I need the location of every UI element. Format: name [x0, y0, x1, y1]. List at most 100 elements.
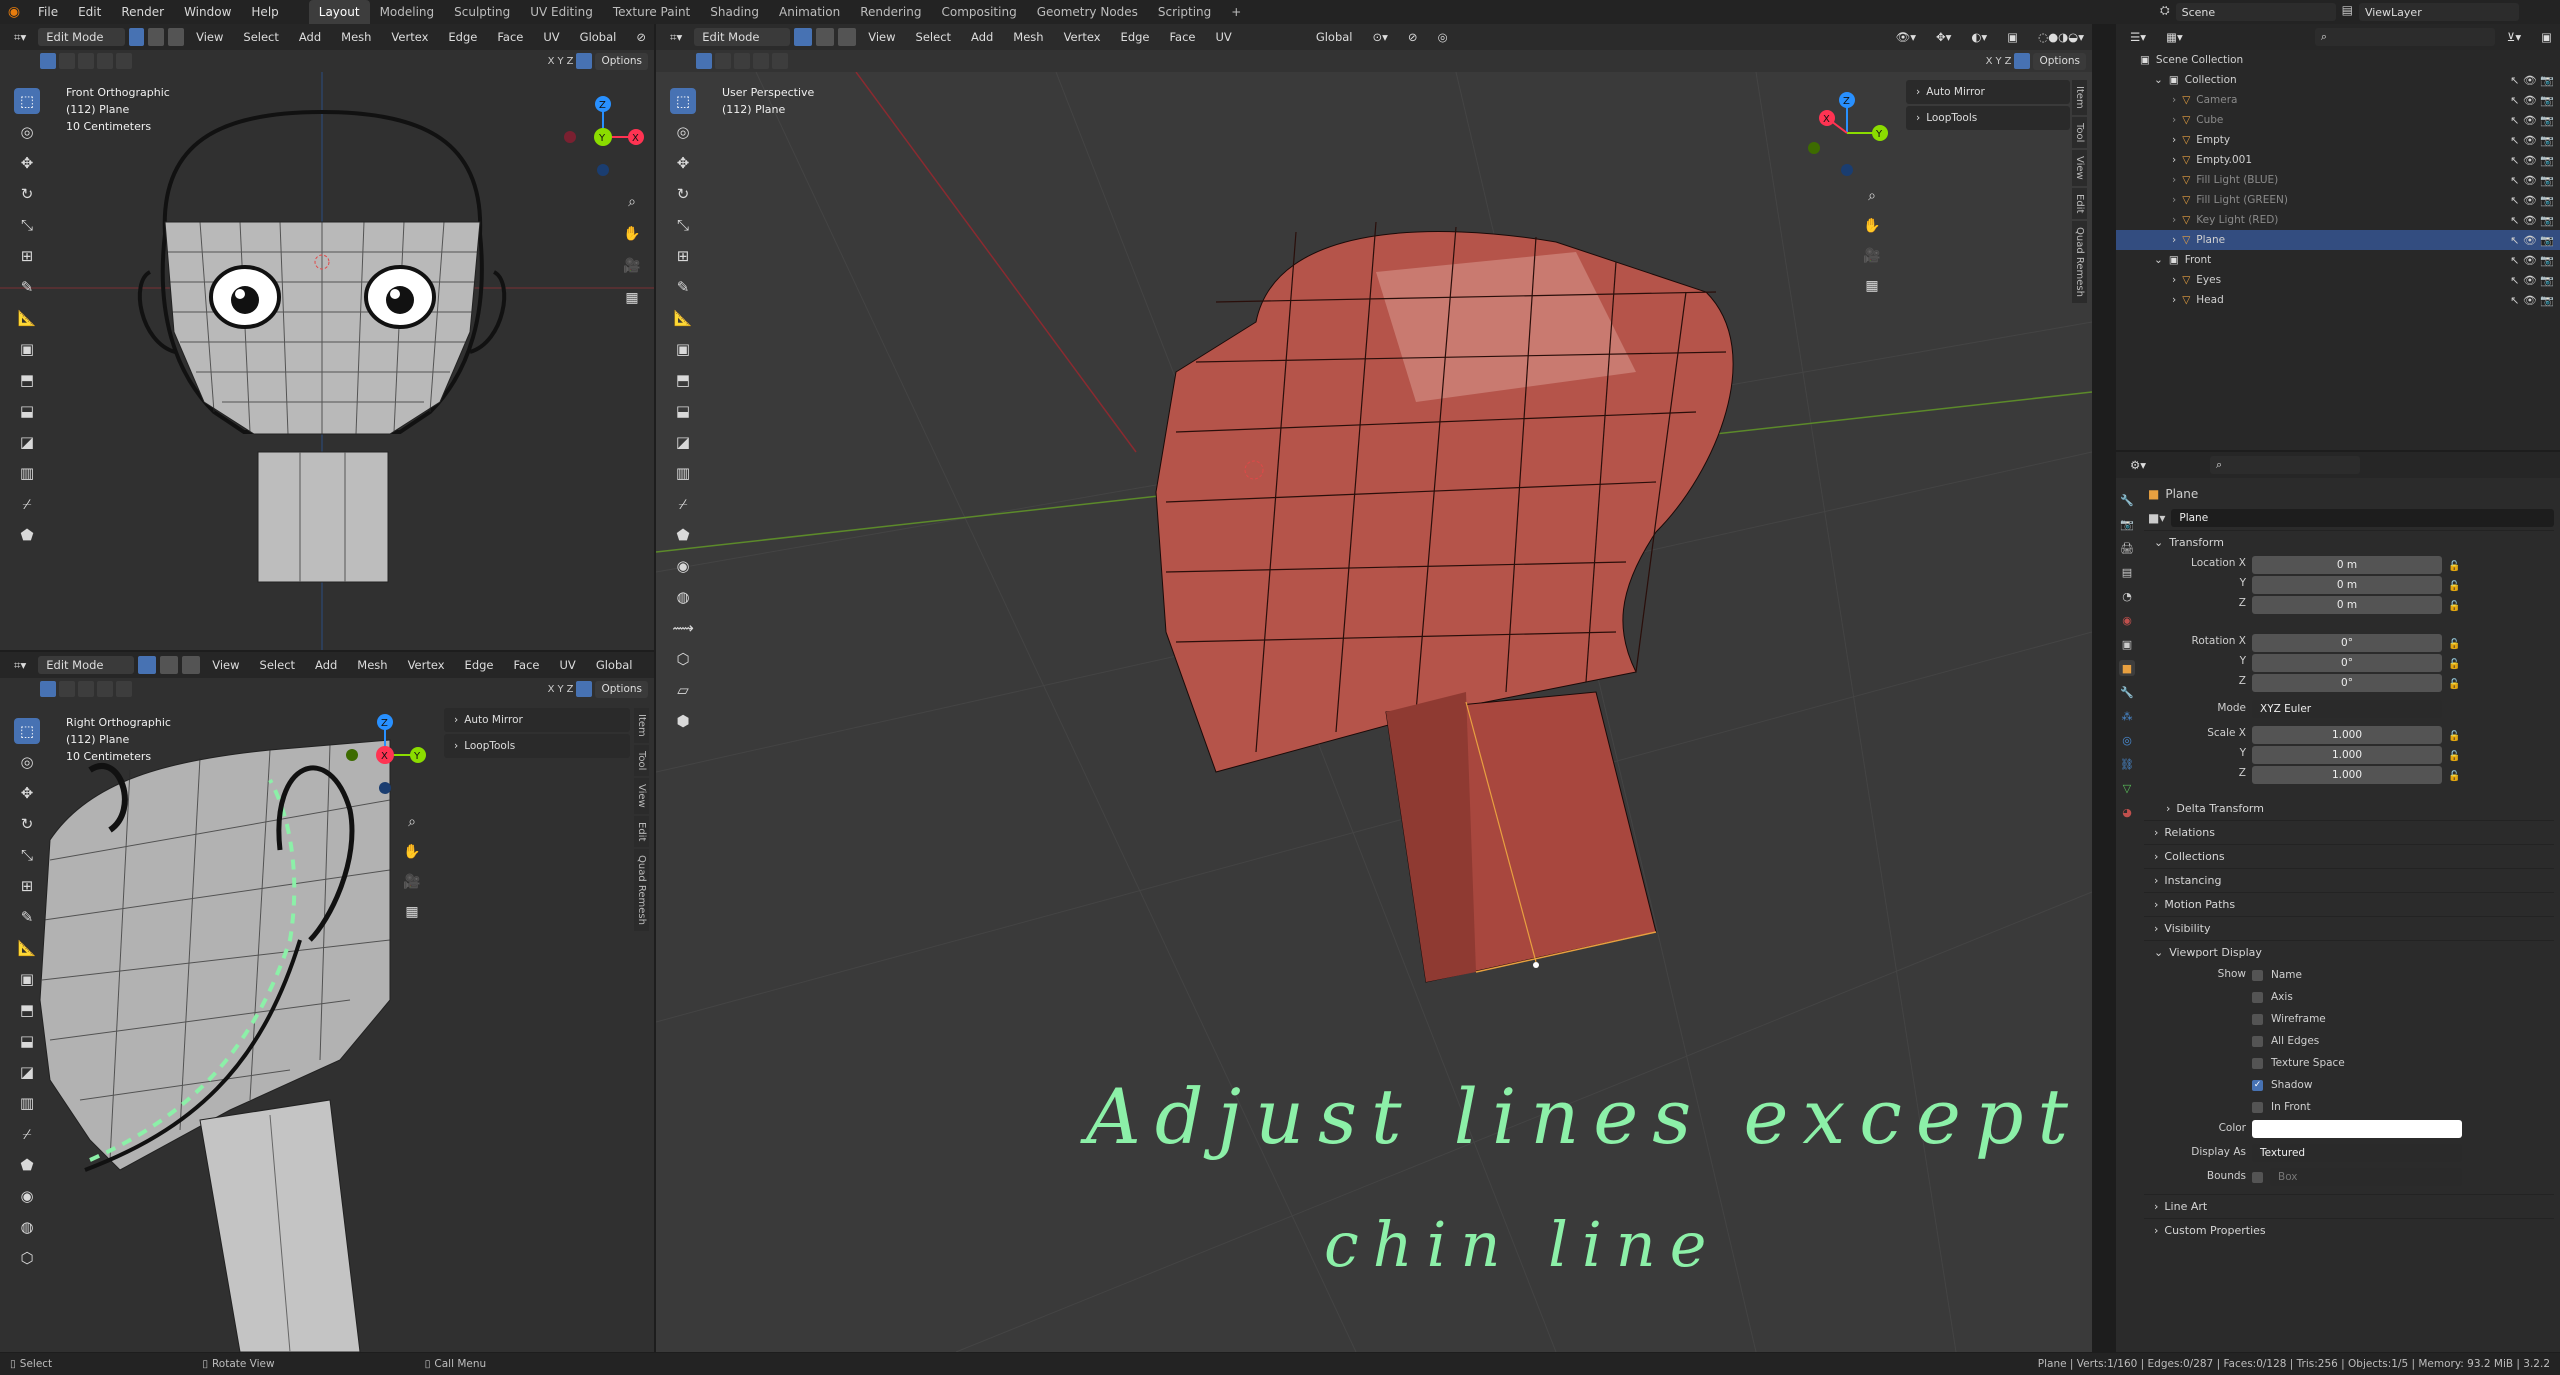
menu-add[interactable]: Add	[963, 28, 1001, 46]
select-box-icon[interactable]	[40, 681, 56, 697]
select-mode-icon[interactable]	[97, 681, 113, 697]
render-tab-icon[interactable]: 📷	[2119, 516, 2135, 532]
poly-build-tool-icon[interactable]: ⬟	[14, 1152, 40, 1178]
visibility-toggles[interactable]: ↖ 👁 📷	[2510, 274, 2554, 287]
vertex-select-icon[interactable]	[794, 28, 813, 46]
select-tool-icon[interactable]: ⬚	[14, 88, 40, 114]
outliner-row[interactable]: › ▽ Eyes ↖ 👁 📷	[2116, 270, 2560, 290]
extrude-tool-icon[interactable]: ⬒	[670, 367, 696, 393]
face-select-icon[interactable]	[168, 28, 185, 46]
expand-icon[interactable]: ›	[2172, 174, 2176, 186]
auto-mirror-panel[interactable]: › Auto Mirror	[1906, 80, 2070, 104]
tab-compositing[interactable]: Compositing	[931, 0, 1026, 24]
knife-tool-icon[interactable]: ⌿	[14, 491, 40, 517]
output-tab-icon[interactable]: 🖨	[2119, 540, 2135, 556]
modifier-tab-icon[interactable]: 🔧	[2119, 684, 2135, 700]
rotation-z-field[interactable]: 0°	[2252, 674, 2442, 692]
menu-select[interactable]: Select	[908, 28, 959, 46]
cursor-tool-icon[interactable]: ◎	[670, 119, 696, 145]
checkbox[interactable]	[2252, 1013, 2263, 1025]
menu-edge[interactable]: Edge	[1113, 28, 1158, 46]
expand-icon[interactable]: ⌄	[2154, 74, 2163, 86]
loop-cut-tool-icon[interactable]: ▥	[14, 1090, 40, 1116]
menu-view[interactable]: View	[204, 656, 247, 674]
location-x-field[interactable]: 0 m	[2252, 556, 2442, 574]
front-ortho-viewport[interactable]: ⌗▾ Edit Mode View Select Add Mesh Vertex…	[0, 24, 654, 650]
tab-sculpting[interactable]: Sculpting	[444, 0, 520, 24]
menu-add[interactable]: Add	[307, 656, 345, 674]
particles-tab-icon[interactable]: ⁂	[2119, 708, 2135, 724]
camera-icon[interactable]: 🎥	[620, 254, 644, 278]
add-workspace-button[interactable]: +	[1221, 0, 1251, 24]
tab-geometry-nodes[interactable]: Geometry Nodes	[1027, 0, 1148, 24]
add-cube-tool-icon[interactable]: ▣	[14, 966, 40, 992]
menu-uv[interactable]: UV	[552, 656, 584, 674]
rotation-x-field[interactable]: 0°	[2252, 634, 2442, 652]
location-z-field[interactable]: 0 m	[2252, 596, 2442, 614]
view-layer-tab-icon[interactable]: ▤	[2119, 564, 2135, 580]
poly-build-tool-icon[interactable]: ⬟	[14, 522, 40, 548]
add-cube-tool-icon[interactable]: ▣	[14, 336, 40, 362]
outliner-row[interactable]: › ▽ Plane ↖ 👁 📷	[2116, 230, 2560, 250]
expand-icon[interactable]: ›	[2172, 114, 2176, 126]
loop-cut-tool-icon[interactable]: ▥	[670, 460, 696, 486]
rip-tool-icon[interactable]: ⬢	[670, 708, 696, 734]
blender-logo-icon[interactable]: ◉	[0, 4, 28, 20]
show-option-row[interactable]: ✓ Shadow	[2252, 1074, 2452, 1096]
bevel-tool-icon[interactable]: ◪	[14, 429, 40, 455]
loop-cut-tool-icon[interactable]: ▥	[14, 460, 40, 486]
menu-face[interactable]: Face	[489, 28, 531, 46]
scale-tool-icon[interactable]: ⤡	[670, 212, 696, 238]
visibility-toggles[interactable]: ↖ 👁 📷	[2510, 114, 2554, 127]
menu-vertex[interactable]: Vertex	[1056, 28, 1109, 46]
checkbox[interactable]	[2252, 1101, 2263, 1113]
editor-type-icon[interactable]: ☰▾	[2122, 28, 2154, 46]
vertex-select-icon[interactable]	[128, 28, 145, 46]
rotation-mode-dropdown[interactable]: XYZ Euler	[2252, 700, 2442, 718]
custom-properties-section[interactable]: › Custom Properties	[2144, 1218, 2554, 1242]
tab-uv-editing[interactable]: UV Editing	[520, 0, 603, 24]
visibility-toggles[interactable]: ↖ 👁 📷	[2510, 174, 2554, 187]
visibility-section[interactable]: › Visibility	[2144, 916, 2554, 940]
face-select-icon[interactable]	[838, 28, 857, 46]
tool-tab-icon[interactable]: 🔧	[2119, 492, 2135, 508]
xray-icon[interactable]: ▣	[1999, 28, 2026, 46]
smooth-tool-icon[interactable]: ◍	[670, 584, 696, 610]
expand-icon[interactable]: ⌄	[2154, 254, 2163, 266]
navigation-gizmo[interactable]: Z Y X	[1802, 88, 1892, 178]
navigation-gizmo[interactable]: X Z Y	[340, 710, 430, 800]
rotate-tool-icon[interactable]: ↻	[14, 181, 40, 207]
show-option-row[interactable]: All Edges	[2252, 1030, 2452, 1052]
mode-dropdown[interactable]: Edit Mode	[38, 656, 135, 674]
select-mode-icon[interactable]	[734, 53, 750, 69]
select-box-icon[interactable]	[696, 53, 712, 69]
cursor-tool-icon[interactable]: ◎	[14, 749, 40, 775]
tab-view[interactable]: View	[634, 778, 649, 814]
tab-tool[interactable]: Tool	[634, 744, 649, 777]
edge-select-icon[interactable]	[148, 28, 165, 46]
show-option-row[interactable]: Wireframe	[2252, 1008, 2452, 1030]
outliner-row[interactable]: ▣ Scene Collection	[2116, 50, 2560, 70]
transform-tool-icon[interactable]: ⊞	[14, 873, 40, 899]
options-button[interactable]: Options	[595, 52, 648, 70]
scale-x-field[interactable]: 1.000	[2252, 726, 2442, 744]
menu-mesh[interactable]: Mesh	[349, 656, 395, 674]
grid-icon[interactable]: ▦	[1860, 274, 1884, 298]
color-swatch[interactable]	[2252, 1120, 2462, 1138]
mirror-y-toggle[interactable]: Y	[1996, 56, 2002, 67]
physics-tab-icon[interactable]: ◎	[2119, 732, 2135, 748]
outliner-search[interactable]: ⌕	[2314, 28, 2495, 46]
scene-selector[interactable]: Scene	[2175, 3, 2336, 21]
extrude-tool-icon[interactable]: ⬒	[14, 997, 40, 1023]
mirror-icon[interactable]	[576, 53, 593, 69]
mirror-icon[interactable]	[2014, 53, 2031, 69]
properties-search[interactable]: ⌕	[2210, 456, 2360, 474]
mode-dropdown[interactable]: Edit Mode	[694, 28, 791, 46]
filter-icon[interactable]: ⊻▾	[2499, 28, 2529, 46]
editor-type-icon[interactable]: ⌗▾	[6, 656, 34, 674]
menu-window[interactable]: Window	[174, 0, 241, 24]
mirror-z-toggle[interactable]: Z	[2005, 56, 2012, 67]
shrink-fatten-tool-icon[interactable]: ⬡	[14, 1245, 40, 1271]
tab-quad-remesh[interactable]: Quad Remesh	[2072, 221, 2087, 304]
object-name-field[interactable]: Plane	[2171, 509, 2554, 527]
